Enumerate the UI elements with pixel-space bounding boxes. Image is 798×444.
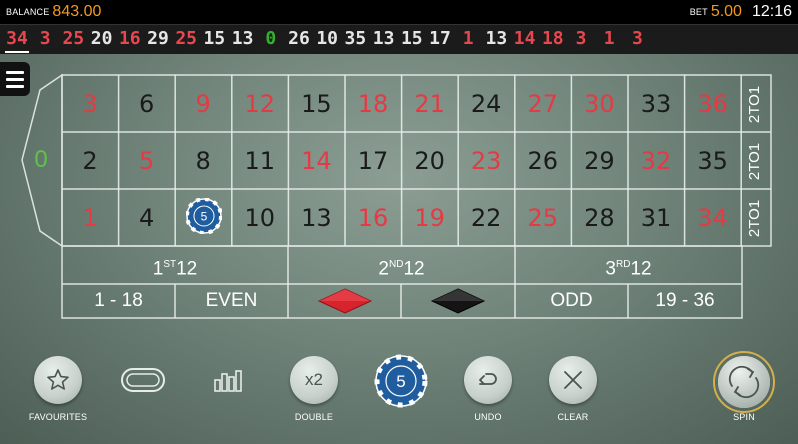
double-symbol: x2 xyxy=(305,370,323,389)
number-cell[interactable]: 13 xyxy=(288,190,344,246)
menu-button[interactable] xyxy=(0,62,30,96)
number-cell[interactable]: 19 xyxy=(402,190,458,246)
dozen-number: 2 xyxy=(378,258,389,280)
chip-value: 5 xyxy=(396,372,405,391)
placed-chip[interactable]: 5 xyxy=(186,198,222,234)
bet-high-19-36[interactable]: 19 - 36 xyxy=(628,284,742,318)
dozen-number: 3 xyxy=(605,258,616,280)
number-cell[interactable]: 35 xyxy=(685,133,741,189)
number-cell[interactable]: 30 xyxy=(571,76,627,132)
favourites-label: FAVOURITES xyxy=(28,412,88,422)
favourites-button[interactable] xyxy=(34,356,82,404)
dozen-first[interactable]: 1ST12 xyxy=(62,246,288,284)
bet-red[interactable] xyxy=(288,284,401,318)
dozen-ordinal: RD xyxy=(615,259,631,270)
double-label: DOUBLE xyxy=(294,412,334,422)
close-icon xyxy=(564,371,582,389)
number-cell[interactable]: 24 xyxy=(458,76,514,132)
column-bet-bottom[interactable]: 2TO1 xyxy=(741,190,769,246)
number-cell[interactable]: 25 xyxy=(515,190,571,246)
dozen-ordinal: ST xyxy=(163,259,177,270)
red-diamond-icon xyxy=(317,288,373,314)
placed-chip-value: 5 xyxy=(201,210,208,224)
bet-even[interactable]: EVEN xyxy=(175,284,288,318)
dozen-suffix: 12 xyxy=(403,258,425,280)
number-cell[interactable]: 15 xyxy=(288,76,344,132)
number-cell[interactable]: 17 xyxy=(345,133,401,189)
number-cell[interactable]: 10 xyxy=(232,190,288,246)
number-cell[interactable]: 5 xyxy=(119,133,175,189)
number-cell[interactable]: 27 xyxy=(515,76,571,132)
dozen-suffix: 12 xyxy=(176,258,198,280)
bet-black[interactable] xyxy=(401,284,515,318)
number-cell[interactable]: 16 xyxy=(345,190,401,246)
number-cell[interactable]: 11 xyxy=(232,133,288,189)
dozen-third[interactable]: 3RD12 xyxy=(515,246,742,284)
bet-odd[interactable]: ODD xyxy=(515,284,628,318)
number-cell[interactable]: 4 xyxy=(119,190,175,246)
spin-button[interactable] xyxy=(712,350,776,414)
number-cell[interactable]: 29 xyxy=(571,133,627,189)
racetrack-icon[interactable] xyxy=(120,367,166,393)
number-cell[interactable]: 18 xyxy=(345,76,401,132)
number-cell[interactable]: 23 xyxy=(458,133,514,189)
undo-label: UNDO xyxy=(474,412,502,422)
number-cell[interactable]: 6 xyxy=(119,76,175,132)
star-icon xyxy=(47,369,69,390)
number-cell[interactable]: 8 xyxy=(175,133,231,189)
undo-icon xyxy=(479,373,497,385)
dozen-suffix: 12 xyxy=(630,258,652,280)
number-cell[interactable]: 28 xyxy=(571,190,627,246)
column-bet-middle[interactable]: 2TO1 xyxy=(741,133,769,189)
number-cell[interactable]: 22 xyxy=(458,190,514,246)
number-cell[interactable]: 1 xyxy=(62,190,118,246)
column-bet-top[interactable]: 2TO1 xyxy=(741,76,769,132)
number-cell[interactable]: 34 xyxy=(685,190,741,246)
number-cell[interactable]: 20 xyxy=(402,133,458,189)
number-cell[interactable]: 33 xyxy=(628,76,684,132)
double-button[interactable]: x2 xyxy=(290,356,338,404)
number-zero[interactable]: 0 xyxy=(26,140,56,180)
number-cell[interactable]: 21 xyxy=(402,76,458,132)
black-diamond-icon xyxy=(430,288,486,314)
number-cell[interactable]: 3 xyxy=(62,76,118,132)
bet-low-1-18[interactable]: 1 - 18 xyxy=(62,284,175,318)
chip-selector[interactable]: 5 xyxy=(374,354,428,408)
menu-icon-bar xyxy=(6,84,24,88)
column-bet-label: 2TO1 xyxy=(746,85,764,123)
statistics-icon[interactable] xyxy=(212,368,244,394)
number-cell[interactable]: 2 xyxy=(62,133,118,189)
number-cell[interactable]: 32 xyxy=(628,133,684,189)
dozen-number: 1 xyxy=(152,258,164,280)
menu-icon-bar xyxy=(6,70,24,74)
column-bet-label: 2TO1 xyxy=(746,142,764,180)
number-cell[interactable]: 36 xyxy=(685,76,741,132)
menu-icon-bar xyxy=(6,77,24,81)
clear-button[interactable] xyxy=(549,356,597,404)
number-cell[interactable]: 31 xyxy=(628,190,684,246)
column-bet-label: 2TO1 xyxy=(746,199,764,237)
undo-button[interactable] xyxy=(464,356,512,404)
spin-label: SPIN xyxy=(733,412,755,422)
clear-label: CLEAR xyxy=(557,412,589,422)
number-cell[interactable]: 9 xyxy=(175,76,231,132)
dozen-second[interactable]: 2ND12 xyxy=(288,246,515,284)
dozen-ordinal: ND xyxy=(388,259,404,270)
number-cell[interactable]: 14 xyxy=(288,133,344,189)
number-cell[interactable]: 12 xyxy=(232,76,288,132)
number-cell[interactable]: 26 xyxy=(515,133,571,189)
